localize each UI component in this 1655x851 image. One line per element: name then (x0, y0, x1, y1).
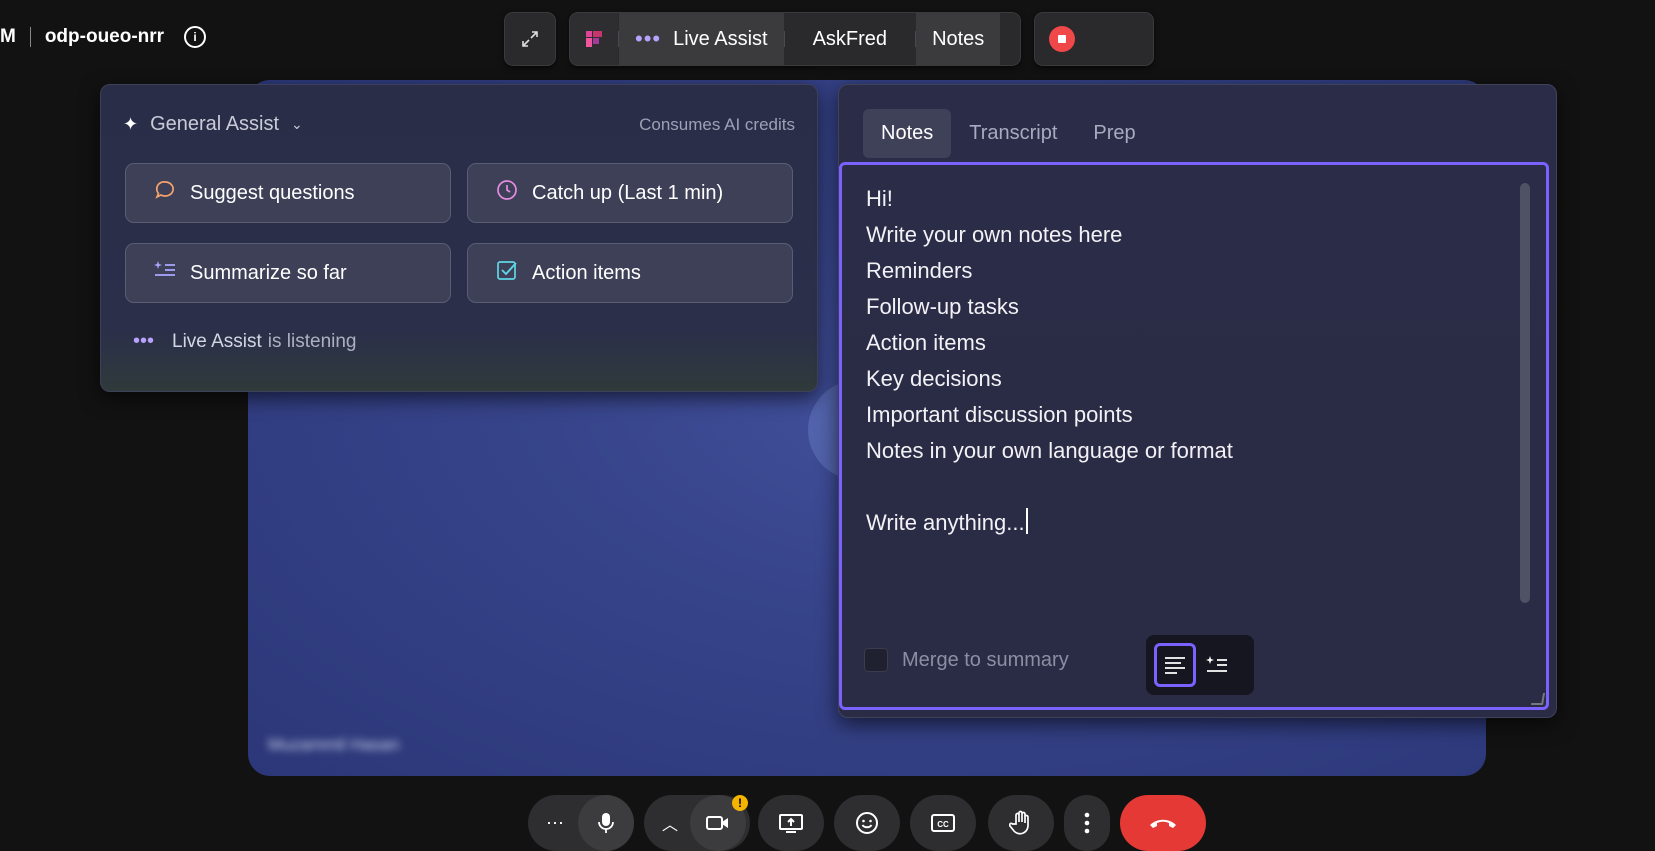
askfred-label: AskFred (812, 27, 888, 50)
summarize-label: Summarize so far (190, 261, 347, 284)
chevron-up-icon[interactable]: ︿ (662, 811, 678, 835)
listening-status: ••• Live Assist is listening (133, 330, 357, 353)
note-line (866, 469, 1233, 505)
assist-mode-dropdown[interactable]: ✦ General Assist ⌄ (123, 113, 303, 136)
video-camera-icon (706, 816, 729, 830)
chevron-down-icon: ⌄ (291, 116, 303, 132)
divider (29, 27, 31, 47)
emoji-icon (856, 812, 878, 834)
live-assist-panel: ✦ General Assist ⌄ Consumes AI credits S… (100, 84, 818, 392)
merge-checkbox[interactable] (864, 648, 888, 672)
listening-text: is listening (267, 330, 357, 352)
note-line: Important discussion points (866, 402, 1133, 427)
captions-icon: CC (931, 814, 955, 832)
meeting-info: M odp-oueo-nrr i (0, 22, 207, 52)
note-line: Key decisions (866, 366, 1002, 391)
action-items-button[interactable]: Action items (467, 243, 793, 303)
microphone-icon (598, 813, 614, 833)
catch-up-button[interactable]: Catch up (Last 1 min) (467, 163, 793, 223)
info-icon[interactable]: i (184, 26, 207, 48)
notes-label: Notes (932, 27, 985, 50)
dots-icon: ••• (635, 26, 662, 51)
participant-name: Muzammil Hasan (268, 735, 400, 754)
plain-notes-button[interactable] (1154, 643, 1196, 687)
fireflies-logo-icon (586, 31, 602, 47)
note-line: Write anything... (866, 510, 1025, 535)
note-line: Write your own notes here (866, 222, 1123, 247)
sparkle-list-icon (1206, 656, 1227, 672)
fireflies-logo-button[interactable] (570, 13, 618, 65)
note-line: Notes in your own language or format (866, 438, 1233, 463)
expand-button[interactable] (504, 12, 556, 66)
meeting-prefix: M (0, 26, 16, 47)
tab-prep[interactable]: Prep (1075, 109, 1153, 158)
tab-transcript[interactable]: Transcript (951, 109, 1075, 158)
more-vertical-icon (1084, 812, 1090, 834)
note-line: Reminders (866, 258, 973, 283)
scrollbar[interactable] (1520, 183, 1530, 603)
assist-mode-label: General Assist (150, 113, 280, 135)
expand-icon (522, 31, 538, 47)
notes-tab[interactable]: Notes (916, 13, 1001, 65)
record-stop-icon (1049, 26, 1075, 52)
notes-tabs: Notes Transcript Prep (863, 109, 1154, 158)
format-toggle-group (1146, 635, 1254, 695)
suggest-questions-button[interactable]: Suggest questions (125, 163, 451, 223)
notes-text[interactable]: Hi! Write your own notes here Reminders … (866, 181, 1233, 541)
credits-note: Consumes AI credits (639, 115, 795, 134)
dots-icon: ••• (133, 330, 155, 352)
tab-notes[interactable]: Notes (863, 109, 952, 158)
suggest-questions-label: Suggest questions (190, 181, 355, 204)
meeting-code: odp-oueo-nrr (44, 26, 165, 47)
merge-label: Merge to summary (902, 648, 1069, 671)
checkbox-icon (494, 259, 520, 287)
more-dots-icon[interactable]: ⋯ (546, 813, 564, 834)
hang-up-icon (1150, 819, 1176, 828)
listening-name: Live Assist (172, 330, 262, 352)
notes-editor[interactable]: Hi! Write your own notes here Reminders … (839, 162, 1549, 710)
hand-icon (1009, 810, 1029, 835)
assistant-toolbar: ••• Live Assist AskFred Notes (569, 12, 1021, 66)
clock-icon (494, 179, 520, 207)
summarize-button[interactable]: Summarize so far (125, 243, 451, 303)
ai-notes-button[interactable] (1196, 643, 1238, 687)
sparkle-list-icon (152, 259, 178, 287)
chat-bubble-icon (152, 179, 178, 207)
note-line-last: Write anything... (866, 505, 1233, 541)
note-line: Action items (866, 330, 986, 355)
note-line: Hi! (866, 186, 893, 211)
align-left-icon (1165, 657, 1185, 674)
askfred-tab[interactable]: AskFred (785, 13, 915, 65)
resize-handle[interactable] (1530, 693, 1546, 705)
note-line: Follow-up tasks (866, 294, 1019, 319)
text-caret (1025, 508, 1028, 534)
present-screen-icon (779, 814, 803, 833)
catch-up-label: Catch up (Last 1 min) (532, 181, 724, 204)
svg-text:CC: CC (937, 820, 949, 829)
sparkle-icon: ✦ (123, 114, 139, 134)
merge-to-summary[interactable]: Merge to summary (864, 648, 1069, 672)
live-assist-label: Live Assist (673, 27, 768, 50)
live-assist-tab[interactable]: ••• Live Assist (619, 13, 784, 65)
action-items-label: Action items (532, 261, 641, 284)
warning-badge-icon: ! (732, 795, 748, 811)
recording-button[interactable] (1034, 12, 1154, 66)
notes-panel: Notes Transcript Prep Hi! Write your own… (838, 84, 1557, 718)
